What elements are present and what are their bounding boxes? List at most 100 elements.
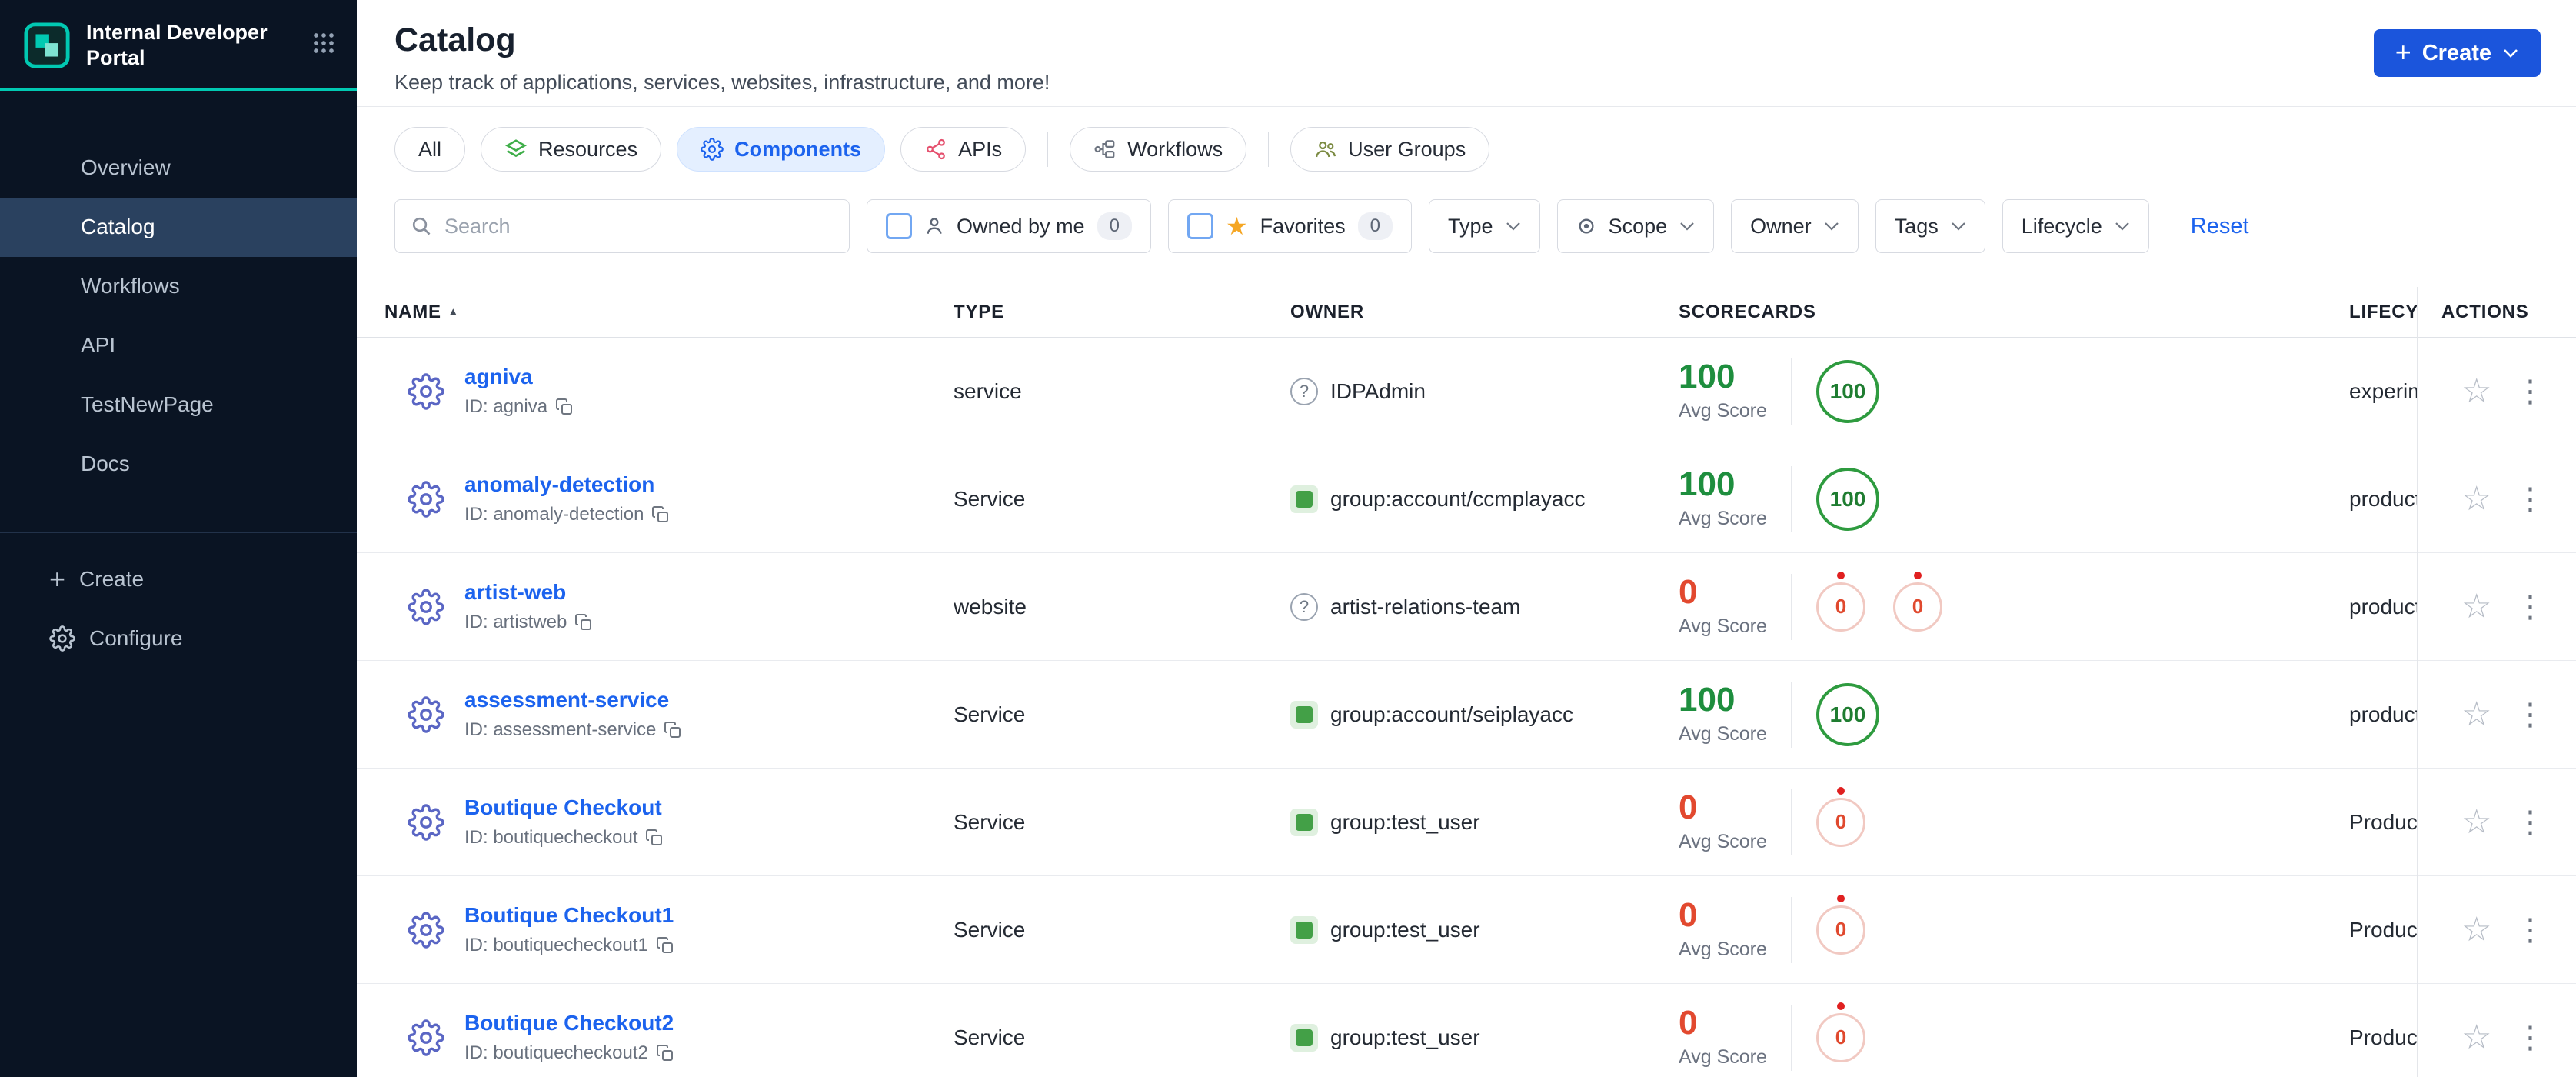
type-filter-dropdown[interactable]: Type (1429, 199, 1540, 253)
scorecard-badge[interactable]: 100 (1816, 359, 1879, 423)
scorecard-badge[interactable]: 0 (1816, 894, 1865, 955)
owner-cell: group:account/seiplayacc (1290, 700, 1679, 729)
sidebar-item-api[interactable]: API (0, 316, 357, 375)
sidebar-configure-button[interactable]: Configure (0, 609, 357, 669)
scorecards-cell: 0 Avg Score 0 (1679, 786, 2349, 855)
tab-user-groups[interactable]: User Groups (1290, 127, 1490, 172)
favorite-star-icon[interactable]: ☆ (2461, 482, 2491, 516)
scorecard-badge[interactable]: 100 (1816, 467, 1879, 531)
sidebar-item-overview[interactable]: Overview (0, 138, 357, 198)
tab-components[interactable]: Components (677, 127, 886, 172)
sidebar-item-catalog[interactable]: Catalog (0, 197, 357, 257)
more-options-icon[interactable]: ⋮ (2514, 807, 2545, 838)
tab-apis[interactable]: APIs (900, 127, 1027, 172)
scorecard-badge[interactable]: 0 (1816, 786, 1865, 847)
copy-icon[interactable] (645, 829, 664, 847)
name-cell: assessment-service ID: assessment-servic… (384, 688, 954, 741)
actions-cell: ☆ ⋮ (2417, 374, 2576, 408)
more-options-icon[interactable]: ⋮ (2514, 915, 2545, 945)
tab-workflows[interactable]: Workflows (1070, 127, 1247, 172)
scorecard-divider (1791, 358, 1792, 425)
favorite-star-icon[interactable]: ☆ (2461, 589, 2491, 624)
favorites-filter[interactable]: ★ Favorites 0 (1167, 199, 1413, 253)
owner-name[interactable]: group:test_user (1330, 810, 1480, 835)
actions-cell: ☆ ⋮ (2417, 482, 2576, 516)
create-button[interactable]: + Create (2373, 29, 2541, 77)
scorecard-badges: 100 (1816, 467, 1879, 531)
scorecard-score-circle: 100 (1816, 359, 1879, 423)
more-options-icon[interactable]: ⋮ (2514, 699, 2545, 730)
entity-name-link[interactable]: Boutique Checkout1 (464, 903, 674, 927)
copy-icon[interactable] (574, 613, 593, 632)
favorite-star-icon[interactable]: ☆ (2461, 805, 2491, 839)
search-input[interactable] (443, 213, 834, 239)
sidebar-configure-label: Configure (89, 626, 183, 651)
owner-name[interactable]: group:test_user (1330, 1025, 1480, 1050)
entity-name-link[interactable]: anomaly-detection (464, 472, 654, 496)
entity-name-link[interactable]: agniva (464, 365, 533, 388)
reset-filters-link[interactable]: Reset (2191, 214, 2249, 239)
sidebar-create-button[interactable]: + Create (0, 550, 357, 609)
copy-icon[interactable] (656, 936, 674, 955)
favorite-star-icon[interactable]: ☆ (2461, 1020, 2491, 1055)
name-wrap: anomaly-detection ID: anomaly-detection (464, 472, 670, 525)
scorecard-badge[interactable]: 0 (1816, 1002, 1865, 1062)
column-header-lifecycle[interactable]: LIFECYCLE (2349, 302, 2417, 323)
copy-icon[interactable] (664, 721, 682, 739)
scope-filter-dropdown[interactable]: Scope (1556, 199, 1715, 253)
table-row: agniva ID: agniva service ? IDPAdmin 100… (357, 338, 2576, 445)
owner-filter-dropdown[interactable]: Owner (1731, 199, 1859, 253)
more-options-icon[interactable]: ⋮ (2514, 484, 2545, 515)
tab-all[interactable]: All (394, 127, 466, 172)
owner-name[interactable]: group:account/ccmplayacc (1330, 487, 1586, 512)
tab-resources[interactable]: Resources (481, 127, 662, 172)
owner-name[interactable]: IDPAdmin (1330, 379, 1426, 404)
scorecard-badge[interactable]: 100 (1816, 682, 1879, 746)
scorecard-divider (1791, 896, 1792, 963)
entity-id: ID: artistweb (464, 612, 567, 632)
type-filter-label: Type (1448, 214, 1493, 238)
kind-tabs: All Resources Components APIs Workflows … (357, 107, 2576, 172)
more-options-icon[interactable]: ⋮ (2514, 1022, 2545, 1053)
column-header-scorecards[interactable]: SCORECARDS (1679, 302, 2349, 323)
entity-name-link[interactable]: assessment-service (464, 688, 669, 712)
copy-icon[interactable] (656, 1044, 674, 1062)
owner-name[interactable]: group:account/seiplayacc (1330, 702, 1573, 727)
sidebar-item-testnewpage[interactable]: TestNewPage (0, 375, 357, 435)
more-options-icon[interactable]: ⋮ (2514, 592, 2545, 622)
lifecycle-filter-label: Lifecycle (2021, 214, 2102, 238)
plus-icon: + (49, 563, 66, 595)
scorecard-badge[interactable]: 0 (1816, 571, 1865, 632)
entity-name-link[interactable]: Boutique Checkout2 (464, 1011, 674, 1035)
portal-logo[interactable] (23, 22, 71, 69)
entity-name-link[interactable]: Boutique Checkout (464, 795, 662, 819)
favorite-star-icon[interactable]: ☆ (2461, 912, 2491, 947)
search-icon (412, 217, 431, 235)
column-header-owner[interactable]: OWNER (1290, 302, 1679, 323)
sidebar-item-workflows[interactable]: Workflows (0, 257, 357, 316)
favorite-star-icon[interactable]: ☆ (2461, 697, 2491, 732)
owned-by-me-checkbox[interactable] (886, 213, 912, 239)
scorecard-badge[interactable]: 0 (1893, 571, 1942, 632)
owned-by-me-filter[interactable]: Owned by me 0 (867, 199, 1151, 253)
name-wrap: assessment-service ID: assessment-servic… (464, 688, 682, 741)
avg-score-block: 0 Avg Score (1679, 1006, 1791, 1069)
favorite-star-icon[interactable]: ☆ (2461, 374, 2491, 408)
sidebar-item-docs[interactable]: Docs (0, 435, 357, 494)
owner-name[interactable]: group:test_user (1330, 918, 1480, 942)
chevron-down-icon (1824, 222, 1839, 231)
scorecard-score-circle: 100 (1816, 682, 1879, 746)
avg-score-value: 100 (1679, 358, 1736, 395)
owner-name[interactable]: artist-relations-team (1330, 595, 1520, 619)
more-options-icon[interactable]: ⋮ (2514, 376, 2545, 407)
app-switcher-icon[interactable] (312, 32, 335, 58)
entity-name-link[interactable]: artist-web (464, 580, 566, 604)
column-header-type[interactable]: TYPE (954, 302, 1290, 323)
lifecycle-filter-dropdown[interactable]: Lifecycle (2002, 199, 2149, 253)
tags-filter-dropdown[interactable]: Tags (1875, 199, 1985, 253)
copy-icon[interactable] (555, 398, 574, 416)
column-header-name[interactable]: NAME ▲ (384, 302, 954, 323)
copy-icon[interactable] (651, 505, 670, 524)
avg-score-label: Avg Score (1679, 723, 1767, 745)
favorites-checkbox[interactable] (1186, 213, 1213, 239)
